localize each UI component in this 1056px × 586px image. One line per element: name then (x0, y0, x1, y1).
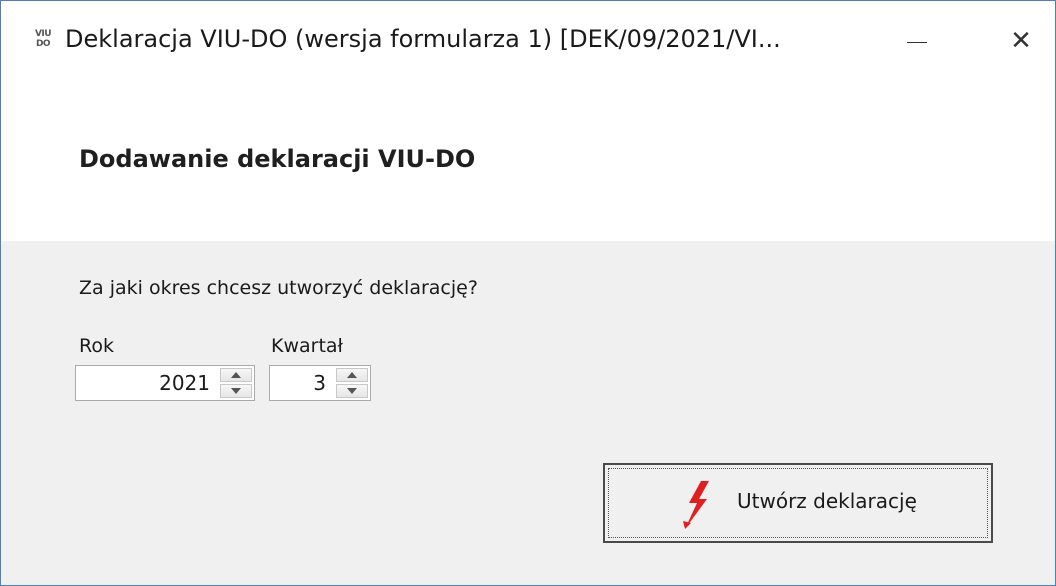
form-panel: Za jaki okres chcesz utworzyć deklarację… (1, 241, 1055, 585)
arrow-down-icon (231, 388, 241, 394)
arrow-up-icon (347, 372, 357, 378)
quarter-stepper[interactable]: 3 (269, 365, 371, 401)
quarter-stepper-buttons (336, 368, 368, 398)
minimize-button[interactable] (889, 17, 945, 65)
close-icon: ✕ (1010, 26, 1032, 56)
year-decrement-button[interactable] (220, 384, 252, 398)
year-stepper[interactable]: 2021 (75, 365, 255, 401)
app-icon: VIU DO (31, 29, 55, 57)
year-increment-button[interactable] (220, 368, 252, 382)
quarter-decrement-button[interactable] (336, 384, 368, 398)
year-label: Rok (79, 335, 114, 357)
quarter-label: Kwartał (271, 335, 343, 357)
period-question: Za jaki okres chcesz utworzyć deklarację… (79, 277, 478, 299)
quarter-increment-button[interactable] (336, 368, 368, 382)
app-icon-bottom-text: DO (35, 39, 51, 49)
app-icon-top-text: VIU (34, 29, 52, 39)
create-declaration-label: Utwórz deklarację (737, 489, 917, 513)
quarter-input[interactable]: 3 (270, 366, 332, 400)
page-title: Dodawanie deklaracji VIU-DO (79, 145, 476, 173)
arrow-up-icon (231, 372, 241, 378)
header-panel: Dodawanie deklaracji VIU-DO (1, 77, 1055, 241)
arrow-down-icon (347, 388, 357, 394)
create-declaration-button[interactable]: Utwórz deklarację (603, 463, 993, 543)
year-input[interactable]: 2021 (76, 366, 216, 400)
title-bar[interactable]: VIU DO Deklaracja VIU-DO (wersja formula… (1, 1, 1055, 77)
minimize-icon (907, 41, 927, 43)
window-title: Deklaracja VIU-DO (wersja formularza 1) … (65, 25, 781, 53)
dialog-window: VIU DO Deklaracja VIU-DO (wersja formula… (0, 0, 1056, 586)
lightning-icon (683, 481, 709, 529)
close-button[interactable]: ✕ (993, 17, 1049, 65)
year-stepper-buttons (220, 368, 252, 398)
